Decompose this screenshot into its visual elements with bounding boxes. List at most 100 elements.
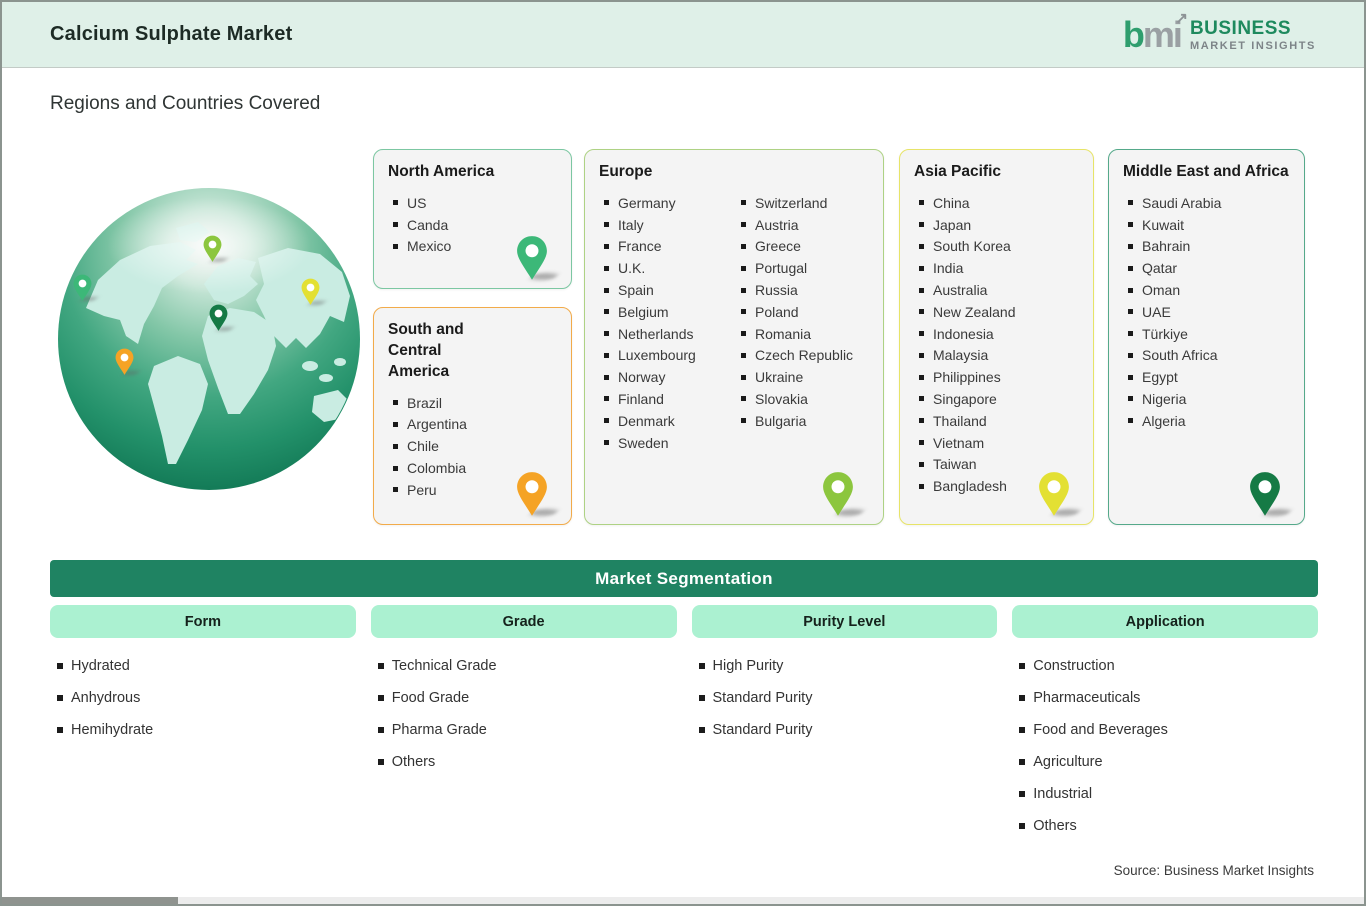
country-item: Czech Republic (734, 345, 871, 367)
item-label: Kuwait (1142, 216, 1185, 233)
country-columns: Germany Italy France U.K. Spain Belgium Nether… (597, 192, 871, 454)
item-label: Bulgaria (755, 412, 807, 429)
map-pin-north-america (72, 274, 99, 301)
page-title: Calcium Sulphate Market (50, 23, 293, 45)
map-pin-south-america (114, 348, 141, 375)
country-item: Portugal (734, 257, 871, 279)
bullet-square-icon (604, 352, 609, 358)
company-logo: bmi ↗ BUSINESS MARKET INSIGHTS (1123, 11, 1316, 53)
item-label: Pharma Grade (391, 722, 487, 738)
item-label: France (618, 238, 662, 255)
item-label: Belgium (618, 303, 669, 320)
horizontal-scrollbar[interactable] (2, 897, 1364, 904)
item-label: Pharmaceuticals (1033, 690, 1141, 706)
item-label: Germany (618, 194, 676, 211)
item-label: Thailand (933, 412, 987, 429)
item-label: Hemihydrate (71, 722, 154, 738)
country-item: South Africa (1121, 345, 1292, 367)
bullet-square-icon (919, 200, 924, 206)
bullet-square-icon (919, 352, 924, 358)
bullet-square-icon (57, 695, 63, 701)
item-label: Poland (755, 303, 799, 320)
item-label: Japan (933, 216, 972, 233)
item-label: New Zealand (933, 303, 1016, 320)
bullet-square-icon (741, 200, 746, 206)
bullet-square-icon (1019, 695, 1026, 701)
bullet-square-icon (919, 483, 924, 489)
market-segmentation-banner: Market Segmentation (50, 560, 1318, 597)
bullet-square-icon (1019, 663, 1026, 669)
country-item: Kuwait (1121, 214, 1292, 236)
bullet-square-icon (1128, 418, 1133, 424)
segment-item: Agriculture (1019, 746, 1318, 778)
item-label: Romania (755, 325, 812, 342)
bullet-square-icon (1128, 200, 1133, 206)
item-label: Technical Grade (391, 658, 497, 674)
page-header: Calcium Sulphate Market bmi ↗ BUSINESS MA… (2, 2, 1364, 68)
country-item: Luxembourg (597, 345, 734, 367)
globe-illustration (58, 188, 360, 490)
country-list: Saudi Arabia Kuwait Bahrain Qatar Oman UAE Tür… (1121, 192, 1292, 432)
segment-list-form: Hydrated Anhydrous Hemihydrate (50, 650, 356, 842)
item-label: Nigeria (1142, 390, 1187, 407)
segment-item: Pharmaceuticals (1019, 682, 1318, 714)
item-label: Brazil (407, 394, 443, 411)
item-label: Colombia (407, 460, 467, 477)
item-label: Türkiye (1142, 325, 1188, 342)
bullet-square-icon (1128, 352, 1133, 358)
segment-item: Others (377, 746, 677, 778)
country-item: Romania (734, 323, 871, 345)
item-label: Ukraine (755, 369, 804, 386)
bullet-square-icon (1128, 243, 1133, 249)
country-list: China Japan South Korea India Australia New Z… (912, 192, 1081, 497)
region-box-south-central-america: South and Central America Brazil Argentin… (373, 307, 572, 525)
map-pin-europe (202, 235, 229, 262)
item-label: Food Grade (391, 690, 470, 706)
bullet-square-icon (393, 222, 398, 228)
item-label: Peru (407, 481, 437, 498)
region-pin-icon (1248, 471, 1293, 516)
item-label: Singapore (933, 390, 997, 407)
segmentation-lists: Hydrated Anhydrous Hemihydrate Technical G… (50, 650, 1318, 842)
country-item: Oman (1121, 279, 1292, 301)
bullet-square-icon (1019, 823, 1026, 829)
segment-list-application: Construction Pharmaceuticals Food and Beve… (1012, 650, 1318, 842)
segment-item: Pharma Grade (377, 714, 677, 746)
scrollbar-thumb[interactable] (2, 897, 178, 904)
bullet-square-icon (604, 243, 609, 249)
bullet-square-icon (1128, 265, 1133, 271)
country-item: Switzerland (734, 192, 871, 214)
bullet-square-icon (741, 331, 746, 337)
segment-item: Industrial (1019, 778, 1318, 810)
bullet-square-icon (377, 727, 384, 733)
item-label: Slovakia (755, 390, 808, 407)
segment-list-purity-level: High Purity Standard Purity Standard Purit… (692, 650, 998, 842)
segment-item: Food Grade (377, 682, 677, 714)
item-label: Hydrated (71, 658, 130, 674)
country-item: Thailand (912, 410, 1081, 432)
bullet-square-icon (1128, 222, 1133, 228)
region-pin-icon (821, 471, 866, 516)
region-title: North America (388, 163, 495, 180)
segment-item: High Purity (698, 650, 998, 682)
item-label: China (933, 194, 970, 211)
bullet-square-icon (377, 695, 384, 701)
country-item: US (386, 192, 559, 214)
bullet-square-icon (919, 309, 924, 315)
country-item: Germany (597, 192, 734, 214)
country-item: Vietnam (912, 432, 1081, 454)
bullet-square-icon (393, 487, 398, 493)
item-label: Austria (755, 216, 799, 233)
source-attribution: Source: Business Market Insights (1113, 863, 1314, 878)
bullet-square-icon (919, 440, 924, 446)
bullet-square-icon (604, 374, 609, 380)
bullet-square-icon (604, 396, 609, 402)
country-item: Philippines (912, 366, 1081, 388)
bullet-square-icon (604, 440, 609, 446)
item-label: Bahrain (1142, 238, 1191, 255)
item-label: Egypt (1142, 369, 1178, 386)
country-item: Malaysia (912, 345, 1081, 367)
country-list: Switzerland Austria Greece Portugal Russia Po… (734, 192, 871, 454)
logo-line2: MARKET INSIGHTS (1189, 39, 1316, 52)
region-box-north-america: North America US Canda Mexico (373, 149, 572, 289)
